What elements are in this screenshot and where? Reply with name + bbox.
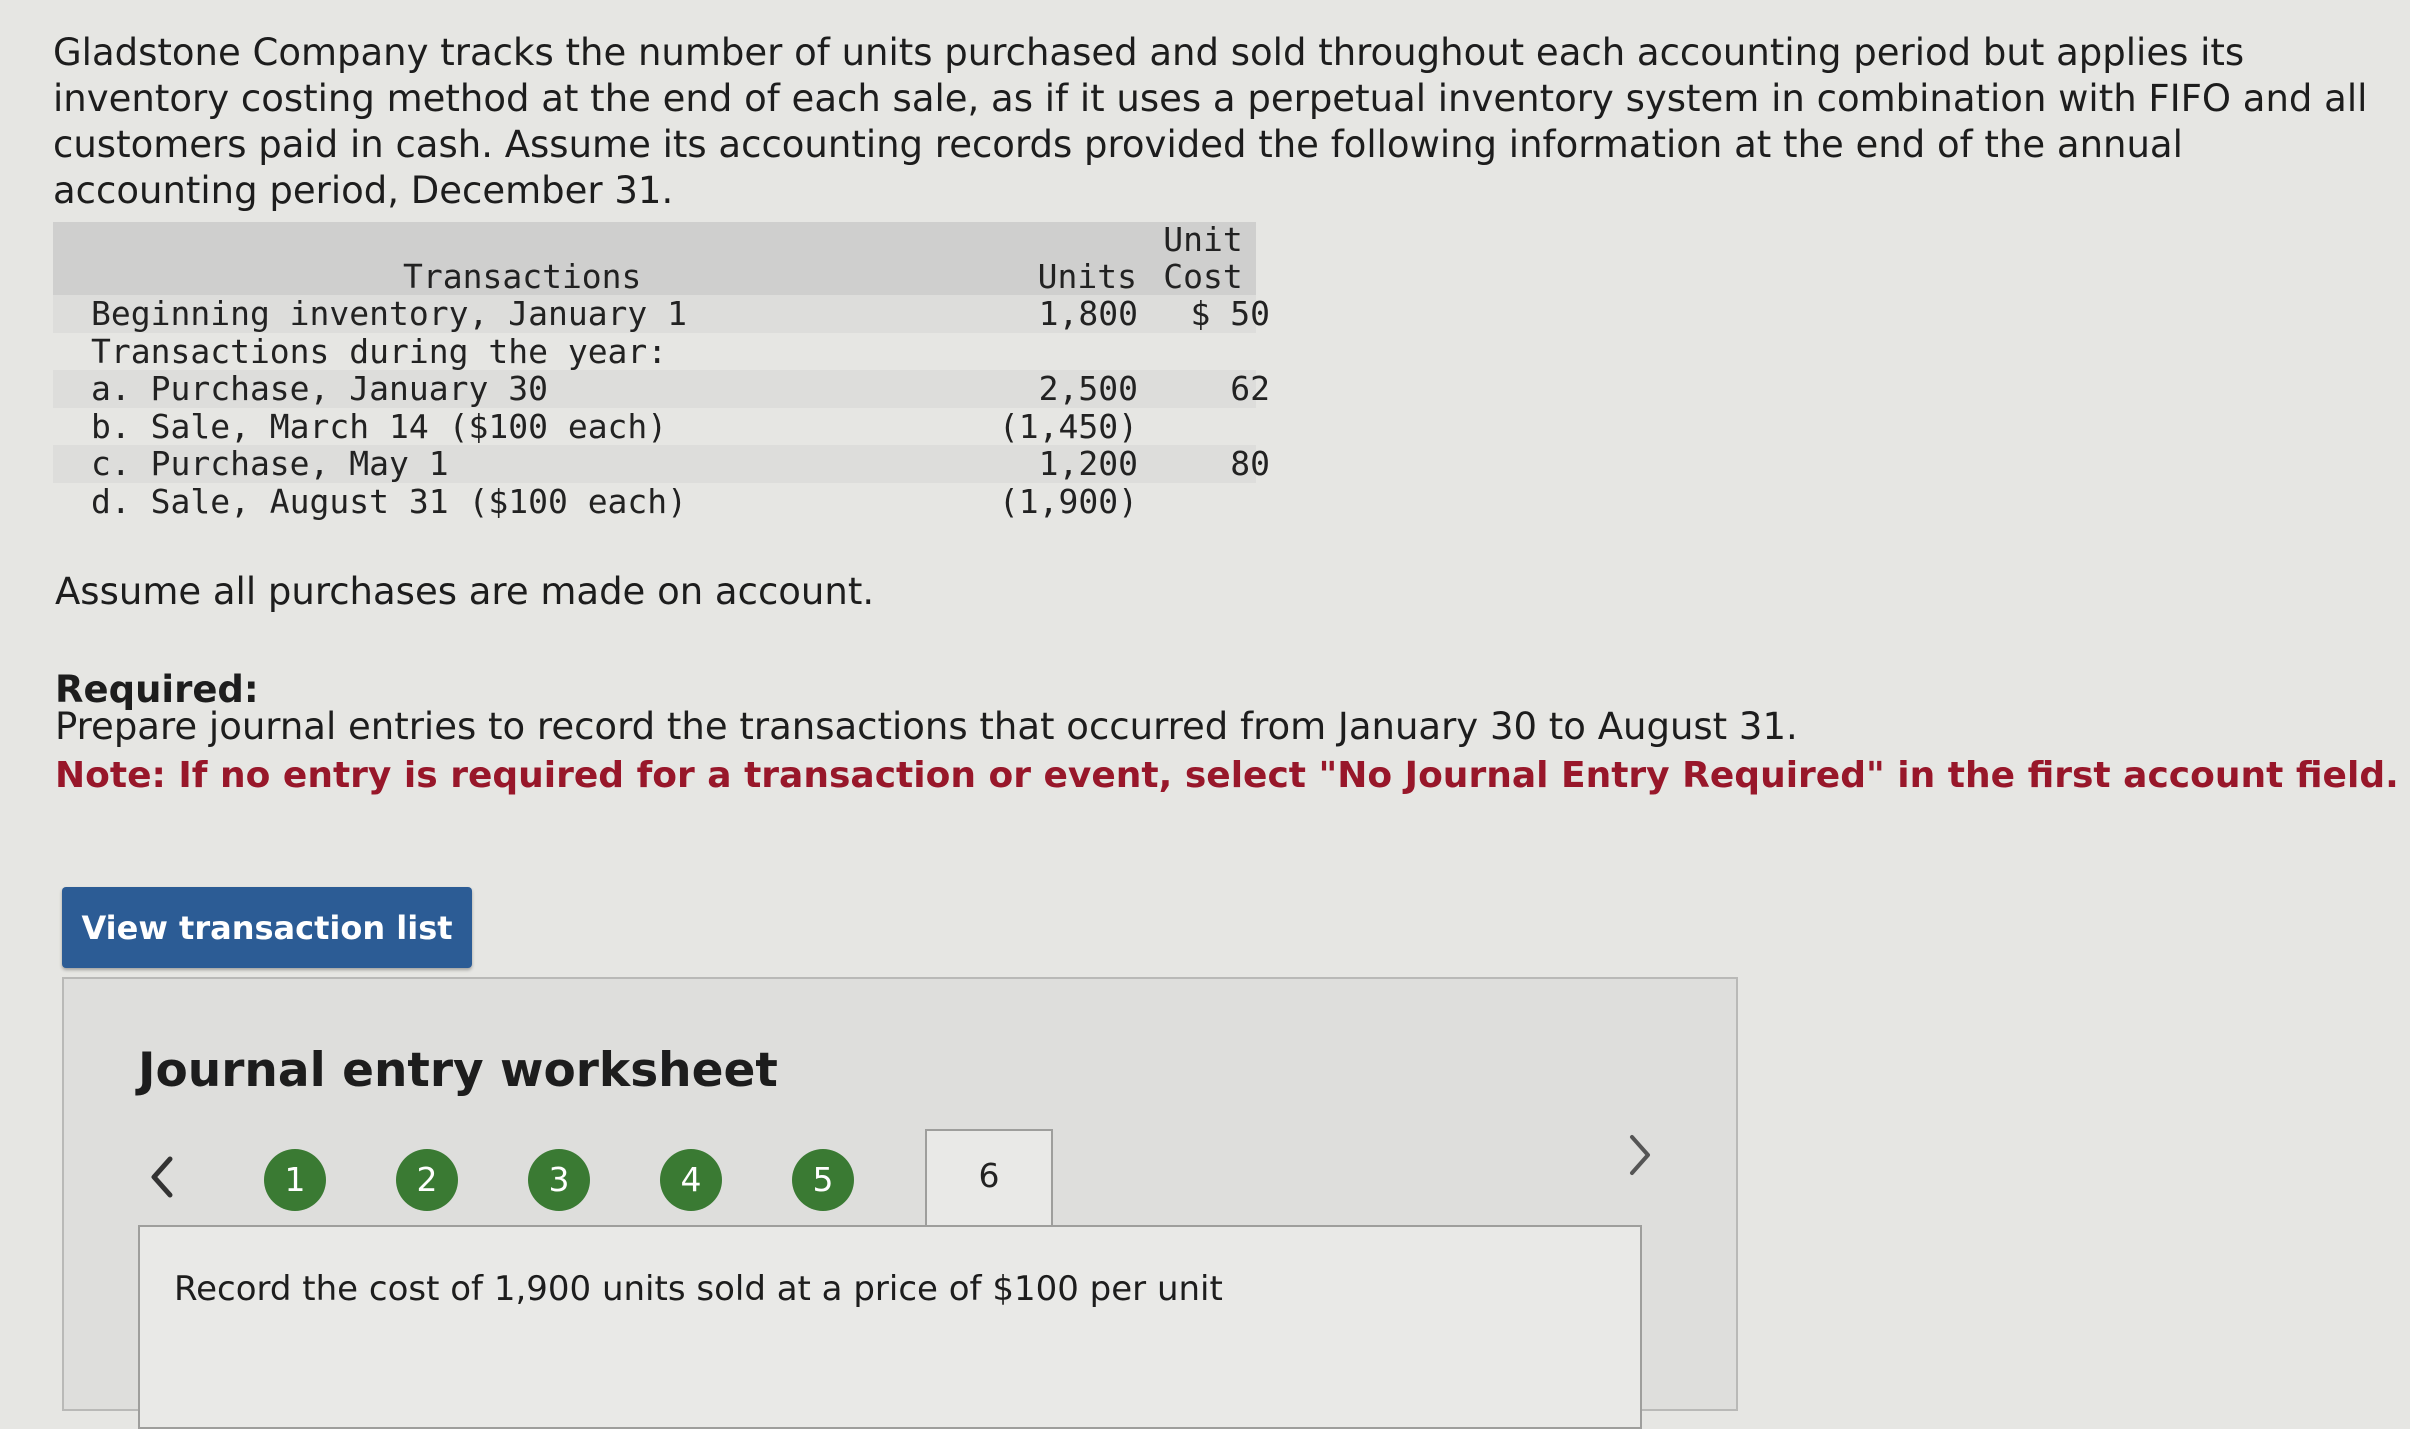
- table-row: Transactions during the year:: [53, 333, 1256, 371]
- row-unit-cost: 80: [1230, 444, 1270, 483]
- transactions-table: Transactions Units Unit Cost Beginning i…: [53, 221, 1270, 521]
- step-3-button[interactable]: 3: [528, 1149, 590, 1211]
- problem-intro: Gladstone Company tracks the number of u…: [53, 31, 2368, 212]
- chevron-left-icon-svg: [151, 1156, 173, 1198]
- row-units: (1,900): [998, 481, 1138, 521]
- header-unit-cost-line2: Cost: [1163, 257, 1243, 296]
- table-row: d. Sale, August 31 ($100 each) (1,900): [53, 483, 1256, 521]
- row-units: 1,800: [1038, 294, 1138, 333]
- chevron-right-icon[interactable]: [1624, 1129, 1658, 1194]
- row-label: Beginning inventory, January 1: [91, 294, 688, 333]
- worksheet-instruction: Record the cost of 1,900 units sold at a…: [174, 1269, 1223, 1309]
- chevron-right-icon-svg: [1630, 1135, 1650, 1175]
- header-unit-cost: Unit Cost: [1133, 221, 1273, 295]
- step-4-button[interactable]: 4: [660, 1149, 722, 1211]
- table-row: b. Sale, March 14 ($100 each) (1,450): [53, 408, 1256, 446]
- row-unit-cost: 62: [1230, 369, 1270, 408]
- row-units: 2,500: [1038, 369, 1138, 408]
- header-units: Units: [1037, 257, 1137, 296]
- table-body: Beginning inventory, January 1 1,800 $ 5…: [53, 294, 1270, 521]
- required-text: Prepare journal entries to record the tr…: [55, 705, 1798, 748]
- table-header: Transactions Units Unit Cost: [53, 221, 1256, 296]
- row-units: 1,200: [1038, 444, 1138, 483]
- header-transactions: Transactions: [403, 257, 642, 296]
- worksheet-title: Journal entry worksheet: [138, 1043, 778, 1098]
- assumption-text: Assume all purchases are made on account…: [55, 570, 875, 613]
- step-1-button[interactable]: 1: [264, 1149, 326, 1211]
- row-label: a. Purchase, January 30: [91, 369, 548, 408]
- row-label: Transactions during the year:: [91, 331, 668, 371]
- row-label: d. Sale, August 31 ($100 each): [91, 481, 688, 521]
- header-unit-cost-line1: Unit: [1163, 220, 1243, 259]
- table-row: a. Purchase, January 30 2,500 62: [53, 369, 1270, 408]
- step-5-button[interactable]: 5: [792, 1149, 854, 1211]
- view-transaction-list-button[interactable]: View transaction list: [62, 887, 472, 968]
- worksheet-panel: Record the cost of 1,900 units sold at a…: [138, 1225, 1642, 1429]
- row-label: b. Sale, March 14 ($100 each): [91, 406, 668, 446]
- row-units: (1,450): [998, 406, 1138, 446]
- table-row: c. Purchase, May 1 1,200 80: [53, 444, 1270, 483]
- row-unit-cost: $ 50: [1190, 294, 1270, 333]
- step-2-button[interactable]: 2: [396, 1149, 458, 1211]
- journal-entry-worksheet: Journal entry worksheet 1 2 3 4 5 6 Reco…: [62, 977, 1738, 1429]
- step-6-tab[interactable]: 6: [925, 1129, 1053, 1233]
- row-label: c. Purchase, May 1: [91, 444, 449, 483]
- chevron-left-icon[interactable]: [144, 1151, 178, 1216]
- table-row: Beginning inventory, January 1 1,800 $ 5…: [53, 294, 1270, 333]
- note-text: Note: If no entry is required for a tran…: [55, 755, 2399, 796]
